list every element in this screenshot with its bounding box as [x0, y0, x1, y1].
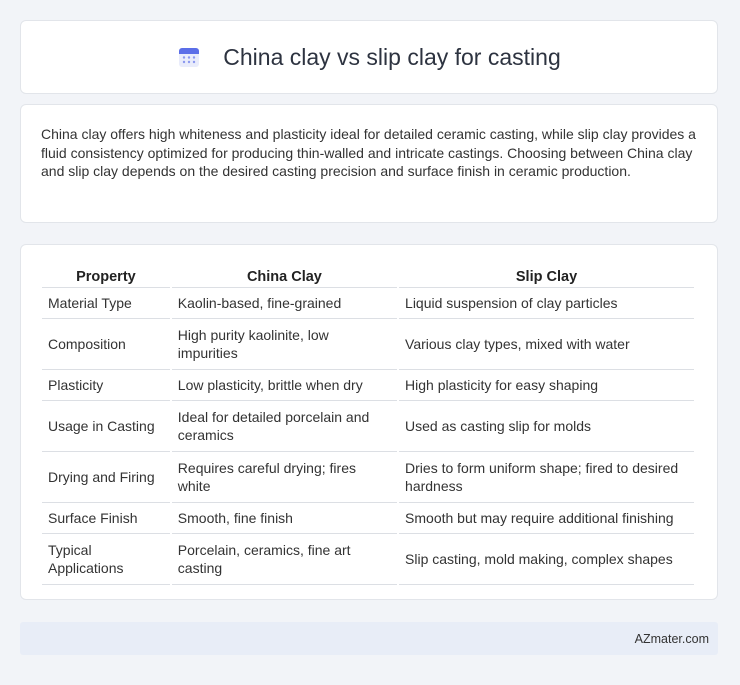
footer-brand: AZmater.com	[634, 631, 709, 646]
cell-slip-clay: High plasticity for easy shaping	[399, 370, 694, 401]
table-row: Surface Finish Smooth, fine finish Smoot…	[42, 503, 694, 534]
cell-property: Material Type	[42, 288, 170, 319]
comparison-table: Property China Clay Slip Clay Material T…	[40, 265, 696, 585]
table-row: Composition High purity kaolinite, low i…	[42, 319, 694, 370]
summary-card: China clay offers high whiteness and pla…	[20, 104, 718, 223]
cell-property: Drying and Firing	[42, 452, 170, 503]
cell-property: Typical Applications	[42, 534, 170, 585]
cell-china-clay: High purity kaolinite, low impurities	[171, 319, 398, 370]
table-row: Material Type Kaolin-based, fine-grained…	[42, 288, 694, 319]
column-header-china-clay: China Clay	[171, 265, 398, 288]
cell-china-clay: Porcelain, ceramics, fine art casting	[171, 534, 398, 585]
cell-china-clay: Requires careful drying; fires white	[171, 452, 398, 503]
table-row: Typical Applications Porcelain, ceramics…	[42, 534, 694, 585]
cell-china-clay: Kaolin-based, fine-grained	[171, 288, 398, 319]
cell-property: Usage in Casting	[42, 401, 170, 452]
table-row: Plasticity Low plasticity, brittle when …	[42, 370, 694, 401]
footer: AZmater.com	[20, 622, 718, 655]
table-header-row: Property China Clay Slip Clay	[42, 265, 694, 288]
cell-property: Composition	[42, 319, 170, 370]
table-row: Usage in Casting Ideal for detailed porc…	[42, 401, 694, 452]
cell-slip-clay: Various clay types, mixed with water	[399, 319, 694, 370]
calendar-icon	[177, 45, 201, 69]
cell-china-clay: Ideal for detailed porcelain and ceramic…	[171, 401, 398, 452]
cell-slip-clay: Liquid suspension of clay particles	[399, 288, 694, 319]
cell-property: Surface Finish	[42, 503, 170, 534]
cell-slip-clay: Slip casting, mold making, complex shape…	[399, 534, 694, 585]
column-header-slip-clay: Slip Clay	[399, 265, 694, 288]
page-title: China clay vs slip clay for casting	[223, 43, 561, 70]
table-row: Drying and Firing Requires careful dryin…	[42, 452, 694, 503]
cell-slip-clay: Used as casting slip for molds	[399, 401, 694, 452]
summary-text: China clay offers high whiteness and pla…	[41, 126, 696, 179]
cell-slip-clay: Dries to form uniform shape; fired to de…	[399, 452, 694, 503]
comparison-table-card: Property China Clay Slip Clay Material T…	[20, 244, 718, 600]
cell-property: Plasticity	[42, 370, 170, 401]
cell-china-clay: Low plasticity, brittle when dry	[171, 370, 398, 401]
title-card: China clay vs slip clay for casting	[20, 20, 718, 94]
cell-china-clay: Smooth, fine finish	[171, 503, 398, 534]
cell-slip-clay: Smooth but may require additional finish…	[399, 503, 694, 534]
column-header-property: Property	[42, 265, 170, 288]
